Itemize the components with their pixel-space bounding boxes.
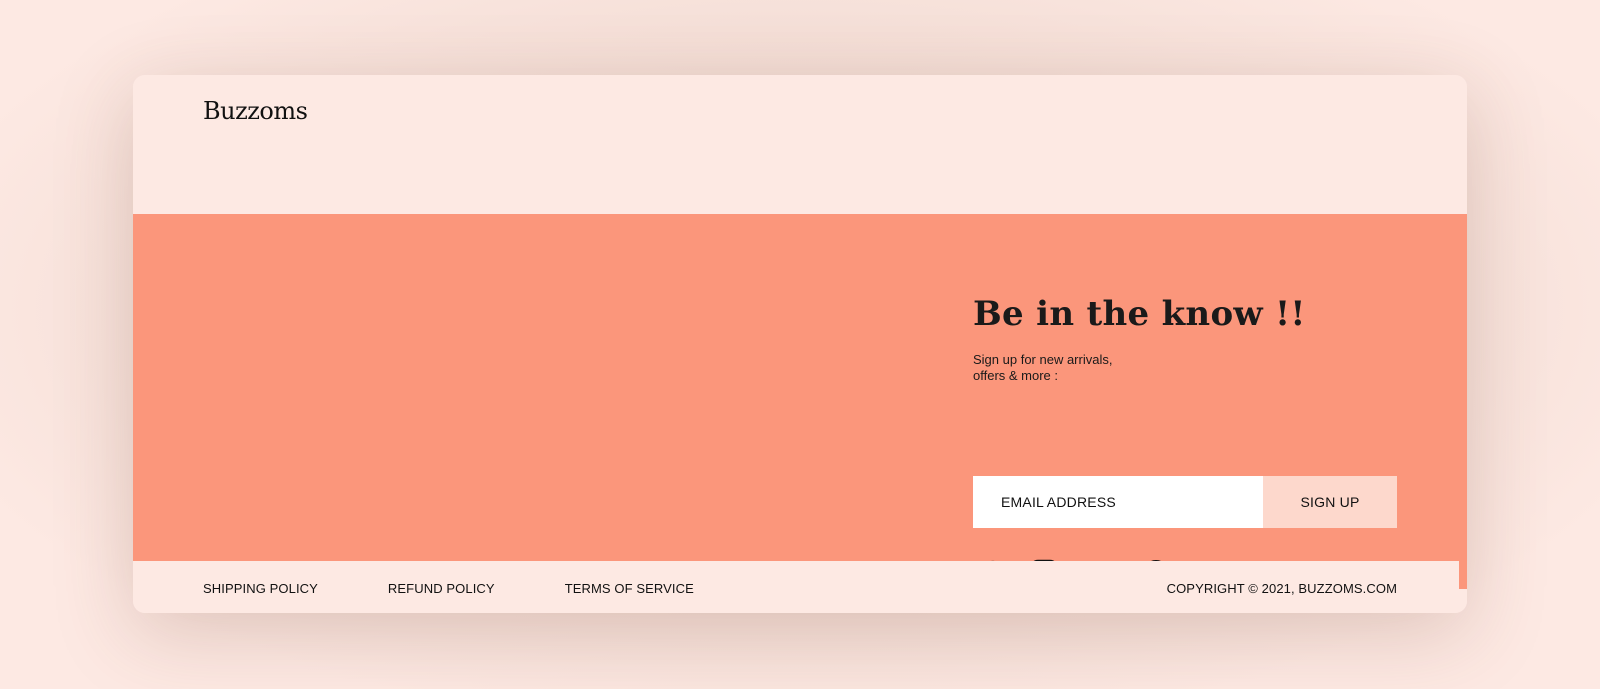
copyright-text: COPYRIGHT © 2021, BUZZOMS.COM <box>1166 581 1397 596</box>
shipping-policy-link[interactable]: SHIPPING POLICY <box>203 581 318 596</box>
newsletter-form: SIGN UP <box>973 476 1397 528</box>
refund-policy-link[interactable]: REFUND POLICY <box>388 581 495 596</box>
newsletter-subtitle-line: Sign up for new arrivals, <box>973 352 1113 367</box>
sign-up-button[interactable]: SIGN UP <box>1263 476 1397 528</box>
page-background: Buzzoms Be in the know !! Sign up for ne… <box>0 0 1600 689</box>
footer-links: SHIPPING POLICY REFUND POLICY TERMS OF S… <box>203 581 764 596</box>
newsletter-subtitle: Sign up for new arrivals, offers & more … <box>973 352 1143 384</box>
newsletter-title: Be in the know !! <box>973 294 1306 334</box>
site-card: Buzzoms Be in the know !! Sign up for ne… <box>133 75 1467 613</box>
terms-of-service-link[interactable]: TERMS OF SERVICE <box>565 581 694 596</box>
newsletter-panel: Be in the know !! Sign up for new arriva… <box>973 294 1403 589</box>
scrollbar-thumb[interactable] <box>1459 561 1467 589</box>
brand-logo[interactable]: Buzzoms <box>203 97 308 125</box>
email-input[interactable] <box>973 476 1263 528</box>
newsletter-subtitle-line: offers & more : <box>973 368 1059 383</box>
site-header: Buzzoms <box>133 75 1467 214</box>
newsletter-section: Be in the know !! Sign up for new arriva… <box>133 214 1467 589</box>
site-footer: SHIPPING POLICY REFUND POLICY TERMS OF S… <box>133 561 1467 613</box>
